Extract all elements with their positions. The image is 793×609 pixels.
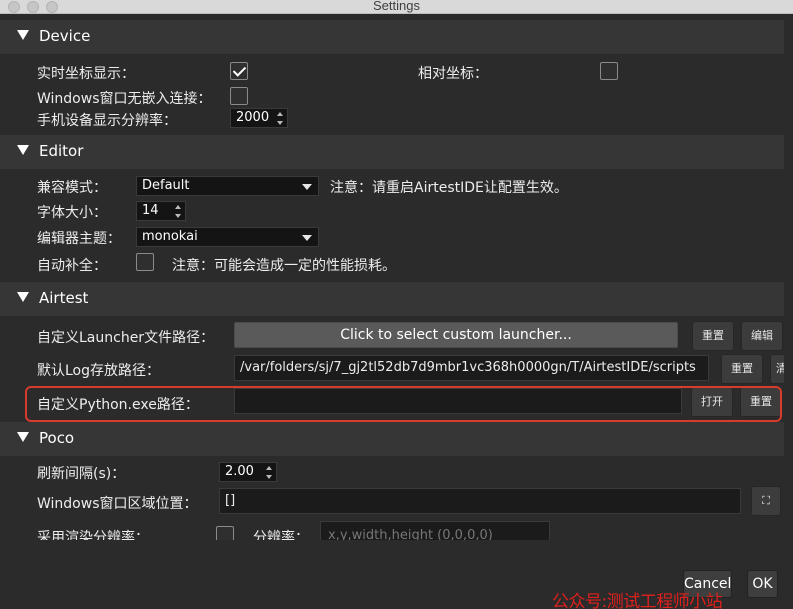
region-select-icon[interactable]: ⛶	[751, 486, 781, 516]
section-title: Editor	[39, 142, 84, 160]
theme-dropdown[interactable]: monokai	[136, 227, 319, 247]
scrollbar[interactable]	[784, 14, 793, 540]
resolution-placeholder: x,y,width,height (0,0,0,0)	[328, 528, 493, 540]
realtime-coord-checkbox[interactable]	[230, 62, 248, 80]
windows-no-embed-checkbox[interactable]	[230, 87, 248, 105]
relative-coord-label: 相对坐标：	[418, 66, 488, 82]
refresh-interval-label: 刷新间隔(s)：	[37, 466, 126, 482]
realtime-coord-label: 实时坐标显示：	[37, 66, 135, 82]
section-poco-header[interactable]: Poco	[0, 422, 793, 456]
device-resolution-label: 手机设备显示分辨率：	[37, 113, 177, 129]
resolution-label: 分辨率：	[253, 530, 309, 540]
window-region-label: Windows窗口区域位置：	[37, 496, 198, 512]
compat-mode-label: 兼容模式：	[37, 180, 107, 196]
relative-coord-checkbox[interactable]	[600, 62, 618, 80]
window-region-field[interactable]: []	[219, 488, 741, 514]
chevron-down-icon	[302, 235, 312, 241]
device-resolution-value: 2000	[236, 110, 270, 125]
font-size-spinbox[interactable]: 14	[136, 201, 186, 221]
section-title: Airtest	[39, 289, 89, 307]
stepper-arrows-icon[interactable]	[277, 112, 284, 125]
watermark-text: 公众号:测试工程师小站	[552, 592, 723, 609]
theme-label: 编辑器主题：	[37, 231, 121, 247]
log-path-value: /var/folders/sj/7_gj2tl52db7d9mbr1vc368h…	[240, 360, 696, 375]
section-title: Poco	[39, 429, 75, 447]
resolution-input[interactable]: x,y,width,height (0,0,0,0)	[320, 521, 550, 540]
section-title: Device	[39, 27, 91, 45]
chevron-down-icon	[302, 184, 312, 190]
collapse-triangle-icon	[17, 292, 29, 302]
section-airtest-header[interactable]: Airtest	[0, 282, 793, 316]
collapse-triangle-icon	[17, 30, 29, 40]
compat-mode-dropdown[interactable]: Default	[136, 176, 319, 196]
refresh-interval-value: 2.00	[225, 464, 254, 479]
launcher-edit-button[interactable]: 编辑	[741, 321, 783, 351]
ok-button[interactable]: OK	[747, 570, 778, 598]
refresh-interval-spinbox[interactable]: 2.00	[219, 462, 277, 482]
section-device-header[interactable]: Device	[0, 20, 793, 54]
section-editor-header[interactable]: Editor	[0, 135, 793, 169]
window-title: Settings	[373, 0, 420, 13]
compat-mode-value: Default	[142, 178, 190, 193]
launcher-reset-button[interactable]: 重置	[692, 321, 734, 351]
autocomplete-label: 自动补全：	[37, 258, 107, 274]
select-launcher-button[interactable]: Click to select custom launcher...	[234, 322, 678, 348]
log-path-field[interactable]: /var/folders/sj/7_gj2tl52db7d9mbr1vc368h…	[234, 355, 709, 381]
title-bar: Settings	[0, 0, 793, 14]
device-resolution-spinbox[interactable]: 2000	[230, 108, 288, 128]
python-path-highlight	[25, 386, 782, 422]
compat-mode-note: 注意：请重启AirtestIDE让配置生效。	[330, 180, 568, 196]
render-resolution-label: 采用渲染分辨率：	[37, 530, 149, 540]
launcher-path-label: 自定义Launcher文件路径：	[37, 330, 215, 346]
stepper-arrows-icon[interactable]	[175, 205, 182, 218]
render-resolution-checkbox[interactable]	[216, 526, 234, 540]
window-region-value: []	[225, 493, 236, 508]
settings-panel: Device 实时坐标显示： 相对坐标： Windows窗口无嵌入连接： 手机设…	[0, 14, 793, 540]
log-path-label: 默认Log存放路径：	[37, 363, 161, 379]
log-reset-button[interactable]: 重置	[721, 354, 763, 384]
font-size-label: 字体大小：	[37, 205, 107, 221]
collapse-triangle-icon	[17, 145, 29, 155]
font-size-value: 14	[142, 203, 159, 218]
autocomplete-checkbox[interactable]	[136, 253, 154, 271]
windows-no-embed-label: Windows窗口无嵌入连接：	[37, 91, 212, 107]
collapse-triangle-icon	[17, 432, 29, 442]
theme-value: monokai	[142, 229, 198, 244]
stepper-arrows-icon[interactable]	[266, 466, 273, 479]
autocomplete-note: 注意：可能会造成一定的性能损耗。	[172, 258, 396, 274]
